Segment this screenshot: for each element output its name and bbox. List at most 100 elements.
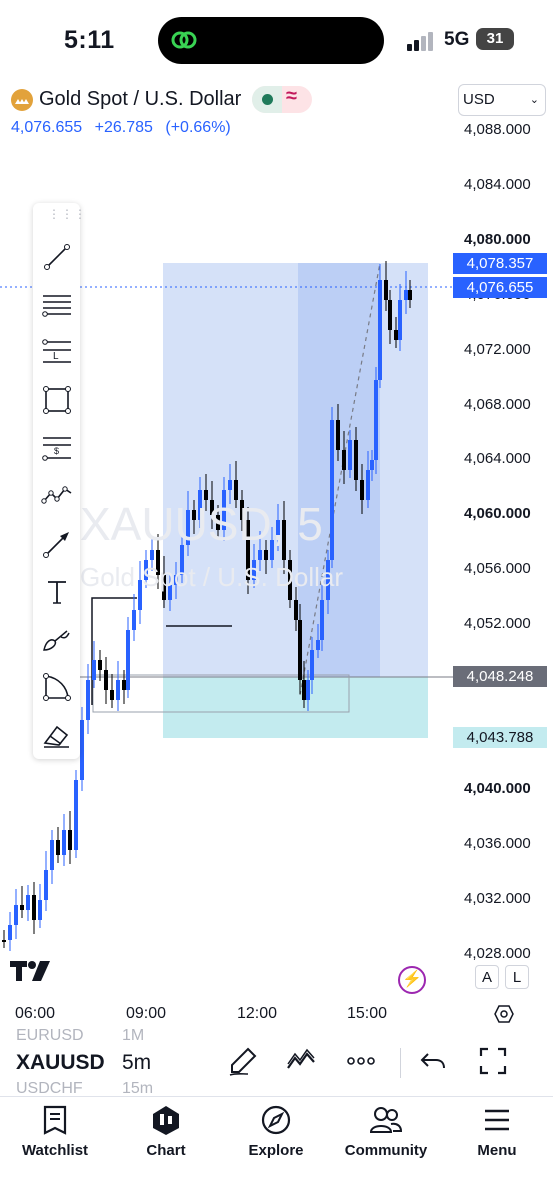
nav-menu[interactable]: Menu	[447, 1100, 547, 1160]
resistance-line	[91, 597, 137, 705]
drag-handle-icon[interactable]: ⋮⋮⋮	[48, 208, 87, 220]
symbol-selector[interactable]: XAUUSD	[16, 1051, 105, 1075]
time-label: 15:00	[347, 1005, 388, 1022]
more-icon[interactable]	[346, 1046, 376, 1076]
candle-body	[26, 895, 30, 910]
candle-body	[74, 780, 78, 850]
candle-body	[38, 900, 42, 920]
shapes-icon[interactable]	[41, 671, 73, 703]
candle-body	[320, 600, 324, 640]
candle-body	[374, 380, 378, 460]
flash-icon[interactable]: ⚡	[398, 966, 426, 994]
candle-body	[8, 925, 12, 940]
candle-body	[316, 640, 320, 650]
menu-icon	[485, 1109, 509, 1131]
candle-body	[384, 280, 388, 300]
prev-symbol[interactable]: EURUSD	[16, 1027, 84, 1045]
candle-body	[264, 550, 268, 560]
pattern-icon[interactable]	[41, 479, 73, 511]
nav-label: Community	[344, 1142, 428, 1159]
arrow-icon[interactable]	[41, 528, 73, 560]
interval-selector[interactable]: 5m	[122, 1051, 151, 1075]
candle-body	[258, 550, 262, 560]
candle-body	[62, 830, 66, 855]
price-axis-label: 4,080.000	[464, 230, 531, 248]
candle-body	[116, 680, 120, 700]
price-axis-label: 4,072.000	[464, 340, 531, 358]
candle-body	[306, 680, 310, 700]
candle-body	[378, 280, 382, 380]
nav-explore[interactable]: Explore	[226, 1100, 326, 1160]
price-axis-label: 4,052.000	[464, 615, 531, 633]
network-type: 5G	[444, 29, 470, 50]
auto-scale-toggle[interactable]: A	[475, 965, 499, 989]
text-icon[interactable]	[41, 576, 73, 608]
candle-body	[310, 650, 314, 680]
watermark-name: Gold Spot / U.S. Dollar	[80, 562, 343, 592]
candle-body	[404, 290, 408, 300]
candle-body	[14, 905, 18, 925]
candle-body	[302, 680, 306, 700]
indicators-icon[interactable]	[286, 1046, 316, 1076]
horizontal-lines-icon[interactable]	[41, 288, 73, 320]
candle-body	[298, 620, 302, 680]
status-time: 5:11	[64, 26, 115, 54]
price-axis-label: 4,084.000	[464, 175, 531, 193]
candle-body	[122, 680, 126, 690]
svg-text:L: L	[53, 351, 59, 362]
tradingview-logo-icon[interactable]	[10, 958, 56, 982]
fib-retracement-icon[interactable]: L	[41, 336, 73, 368]
position-tool-icon[interactable]: $	[41, 432, 73, 464]
prev-interval[interactable]: 1M	[122, 1027, 144, 1045]
market-status-pill[interactable]	[252, 86, 312, 113]
price-axis-label: 4,068.000	[464, 395, 531, 413]
nav-watchlist[interactable]: Watchlist	[5, 1100, 105, 1160]
price-axis-label: 4,036.000	[464, 834, 531, 852]
candle-body	[132, 610, 136, 630]
candle-body	[2, 940, 6, 942]
price-axis-label: 4,028.000	[464, 944, 531, 962]
candle-body	[370, 460, 374, 470]
chart-settings-icon[interactable]	[494, 1004, 514, 1024]
signal-icon	[407, 32, 433, 51]
compass-icon	[261, 1105, 291, 1135]
last-price-tag: 4,076.655	[453, 277, 547, 298]
trend-line-icon[interactable]	[41, 241, 73, 273]
candle-body	[98, 660, 102, 670]
candle-body	[150, 550, 154, 560]
candle-body	[388, 300, 392, 330]
candle-body	[408, 290, 412, 300]
stop-zone	[163, 677, 428, 738]
candle-body	[80, 720, 84, 780]
candle-body	[294, 600, 298, 620]
candle-body	[92, 660, 96, 680]
undo-icon[interactable]	[418, 1046, 448, 1076]
community-icon	[369, 1107, 403, 1133]
price-axis-label: 4,032.000	[464, 889, 531, 907]
fullscreen-icon[interactable]	[478, 1046, 508, 1076]
nav-chart[interactable]: Chart	[116, 1100, 216, 1160]
nav-community[interactable]: Community	[336, 1100, 436, 1160]
symbol-title[interactable]: Gold Spot / U.S. Dollar	[39, 88, 241, 111]
stop-price-tag: 4,043.788	[453, 727, 547, 748]
candle-body	[20, 905, 24, 910]
candle-body	[44, 870, 48, 900]
nav-label: Watchlist	[21, 1142, 89, 1159]
price-axis-label: 4,088.000	[464, 121, 531, 138]
drawing-pen-icon[interactable]	[228, 1046, 258, 1076]
eraser-icon[interactable]	[41, 719, 73, 751]
battery-indicator: 31	[476, 28, 514, 50]
candle-body	[360, 480, 364, 500]
rectangle-icon[interactable]	[41, 384, 73, 416]
candle-body	[50, 840, 54, 870]
candle-body	[56, 840, 60, 855]
nav-label: Menu	[477, 1142, 517, 1159]
log-scale-toggle[interactable]: L	[505, 965, 529, 989]
price-axis-label: 4,060.000	[464, 505, 531, 523]
price-axis-label: 4,056.000	[464, 560, 531, 578]
candle-body	[336, 420, 340, 450]
currency-value: USD	[463, 91, 495, 108]
chart-icon	[153, 1106, 179, 1135]
brush-icon[interactable]	[41, 623, 73, 655]
currency-select[interactable]: USD ⌄	[458, 84, 546, 116]
